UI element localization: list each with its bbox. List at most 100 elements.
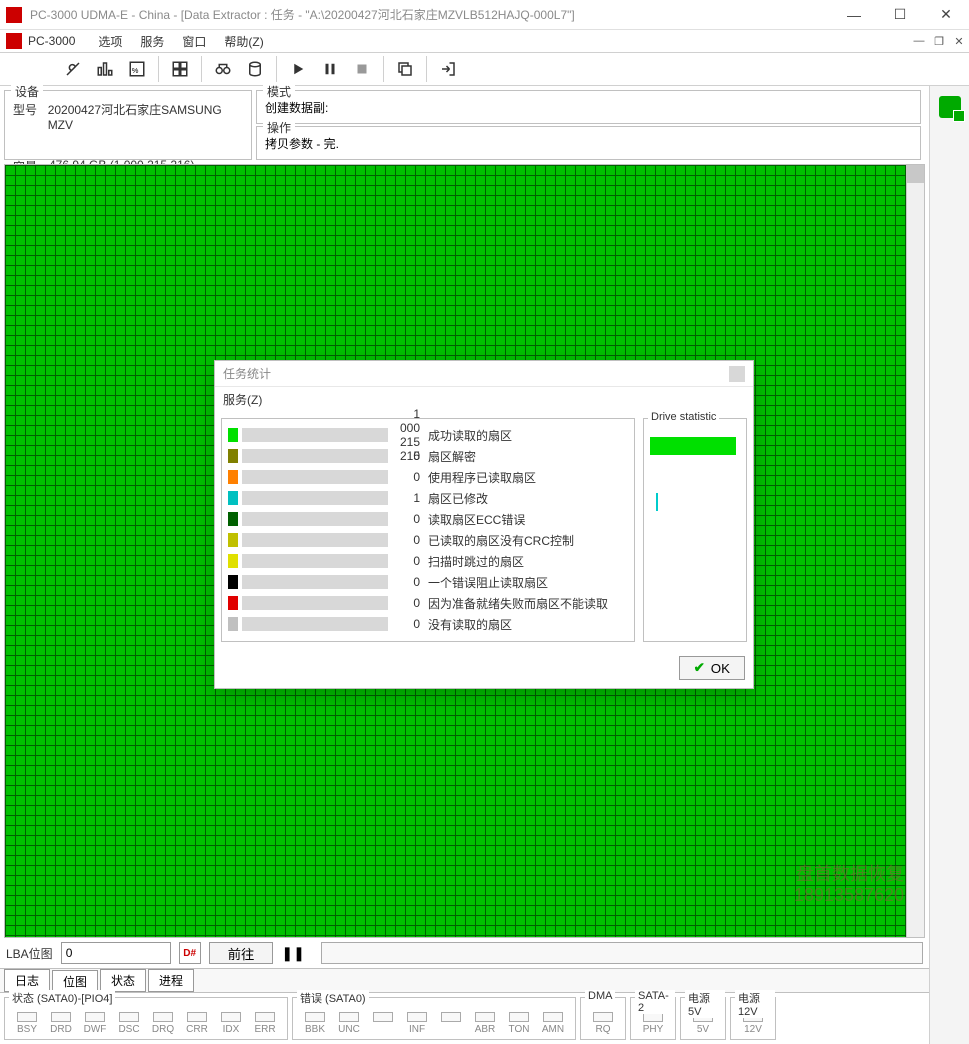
stat-label: 没有读取的扇区 (420, 616, 628, 633)
stat-bar (242, 491, 388, 505)
status-group-4: SATA-2PHY (630, 997, 676, 1040)
maximize-button[interactable]: ☐ (877, 0, 923, 30)
menu-help[interactable]: 帮助(Z) (215, 31, 272, 52)
op-text: 拷贝参数 - 完. (265, 137, 339, 151)
led-label: AMN (542, 1024, 564, 1035)
stat-row: 1扇区已修改 (228, 488, 628, 508)
led-light (373, 1012, 393, 1022)
map-scrollbar[interactable] (906, 165, 924, 937)
led-label: DRD (50, 1024, 72, 1035)
stat-label: 扇区解密 (420, 448, 628, 465)
status-led: DRD (45, 1012, 77, 1035)
copy-button[interactable] (390, 54, 420, 84)
play-button[interactable] (283, 54, 313, 84)
lba-slider[interactable] (321, 942, 923, 964)
status-group-1: 状态 (SATA0)-[PIO4]BSYDRDDWFDSCDRQCRRIDXER… (4, 997, 288, 1040)
tools-icon[interactable] (58, 54, 88, 84)
stat-color-swatch (228, 449, 238, 463)
app-small-logo-icon (6, 33, 22, 49)
stat-bar (242, 449, 388, 463)
stat-color-swatch (228, 533, 238, 547)
stat-count: 0 (392, 554, 420, 568)
stat-count: 0 (392, 512, 420, 526)
exit-icon[interactable] (433, 54, 463, 84)
database-side-icon[interactable] (939, 96, 961, 118)
led-light (85, 1012, 105, 1022)
status-group-5: 电源 5V5V (680, 997, 726, 1040)
stat-row: 0使用程序已读取扇区 (228, 467, 628, 487)
stat-label: 已读取的扇区没有CRC控制 (420, 532, 628, 549)
dialog-menu-service[interactable]: 服务(Z) (215, 387, 753, 412)
dialog-titlebar[interactable]: 任务统计 (215, 361, 753, 387)
mdi-minimize-button[interactable]: — (911, 33, 927, 49)
status-legend-4: SATA-2 (635, 990, 675, 1014)
menu-window[interactable]: 窗口 (173, 31, 215, 52)
mdi-restore-button[interactable]: ❐ (931, 33, 947, 49)
chart-icon[interactable] (90, 54, 120, 84)
menu-options[interactable]: 选项 (89, 31, 131, 52)
ok-label: OK (711, 661, 730, 676)
tab-status[interactable]: 状态 (100, 969, 146, 992)
menu-bar: PC-3000 选项 服务 窗口 帮助(Z) — ❐ ✕ (0, 30, 969, 52)
toolbar: % (0, 52, 969, 86)
status-group-6: 电源 12V12V (730, 997, 776, 1040)
bottom-tabs: 日志 位图 状态 进程 (0, 968, 929, 992)
status-led: PHY (637, 1012, 669, 1035)
lba-row: LBA位图 D# 前往 ❚❚ (0, 938, 929, 968)
dialog-title: 任务统计 (223, 365, 271, 382)
model-label: 型号 (13, 101, 48, 132)
stop-button[interactable] (347, 54, 377, 84)
led-light (187, 1012, 207, 1022)
led-light (475, 1012, 495, 1022)
led-label: PHY (643, 1024, 664, 1035)
percent-icon[interactable]: % (122, 54, 152, 84)
stat-row: 0扫描时跳过的扇区 (228, 551, 628, 571)
binoculars-icon[interactable] (208, 54, 238, 84)
mode-text: 创建数据副: (265, 101, 328, 115)
status-led: BSY (11, 1012, 43, 1035)
stat-bar (242, 470, 388, 484)
stat-label: 一个错误阻止读取扇区 (420, 574, 628, 591)
led-label: TON (509, 1024, 530, 1035)
stat-label: 扫描时跳过的扇区 (420, 553, 628, 570)
menu-service[interactable]: 服务 (131, 31, 173, 52)
watermark-line2: 18913587620 (794, 885, 904, 907)
status-led: ERR (249, 1012, 281, 1035)
mdi-close-button[interactable]: ✕ (951, 33, 967, 49)
stat-color-swatch (228, 617, 238, 631)
lba-pause-button[interactable]: ❚❚ (281, 942, 303, 964)
ok-button[interactable]: ✔OK (679, 656, 745, 680)
close-button[interactable]: ✕ (923, 0, 969, 30)
led-light (119, 1012, 139, 1022)
right-sidebar (929, 86, 969, 1044)
lba-input[interactable] (61, 942, 171, 964)
map-button[interactable] (165, 54, 195, 84)
goto-button[interactable]: 前往 (209, 942, 274, 964)
stat-row: 0因为准备就绪失败而扇区不能读取 (228, 593, 628, 613)
database-icon[interactable] (240, 54, 270, 84)
pause-button[interactable] (315, 54, 345, 84)
task-statistics-dialog: 任务统计 服务(Z) 1 000 215 215成功读取的扇区0扇区解密0使用程… (214, 360, 754, 689)
status-led (435, 1012, 467, 1035)
title-bar: PC-3000 UDMA-E - China - [Data Extractor… (0, 0, 969, 30)
led-label: INF (409, 1024, 425, 1035)
led-light (305, 1012, 325, 1022)
led-label: 5V (697, 1024, 709, 1035)
device-legend: 设备 (11, 83, 43, 100)
led-label: CRR (186, 1024, 208, 1035)
stat-count: 0 (392, 470, 420, 484)
mode-legend: 模式 (263, 83, 295, 100)
status-legend-5: 电源 5V (685, 990, 725, 1018)
tab-process[interactable]: 进程 (148, 969, 194, 992)
watermark: 盘首数据恢复 18913587620 (794, 864, 904, 907)
led-light (339, 1012, 359, 1022)
tab-log[interactable]: 日志 (4, 969, 50, 992)
led-light (593, 1012, 613, 1022)
stat-bar (242, 533, 388, 547)
app-logo-icon (6, 7, 22, 23)
minimize-button[interactable]: — (831, 0, 877, 30)
lba-unit-button[interactable]: D# (179, 942, 201, 964)
stat-label: 读取扇区ECC错误 (420, 511, 628, 528)
op-legend: 操作 (263, 119, 295, 136)
stat-row: 1 000 215 215成功读取的扇区 (228, 425, 628, 445)
